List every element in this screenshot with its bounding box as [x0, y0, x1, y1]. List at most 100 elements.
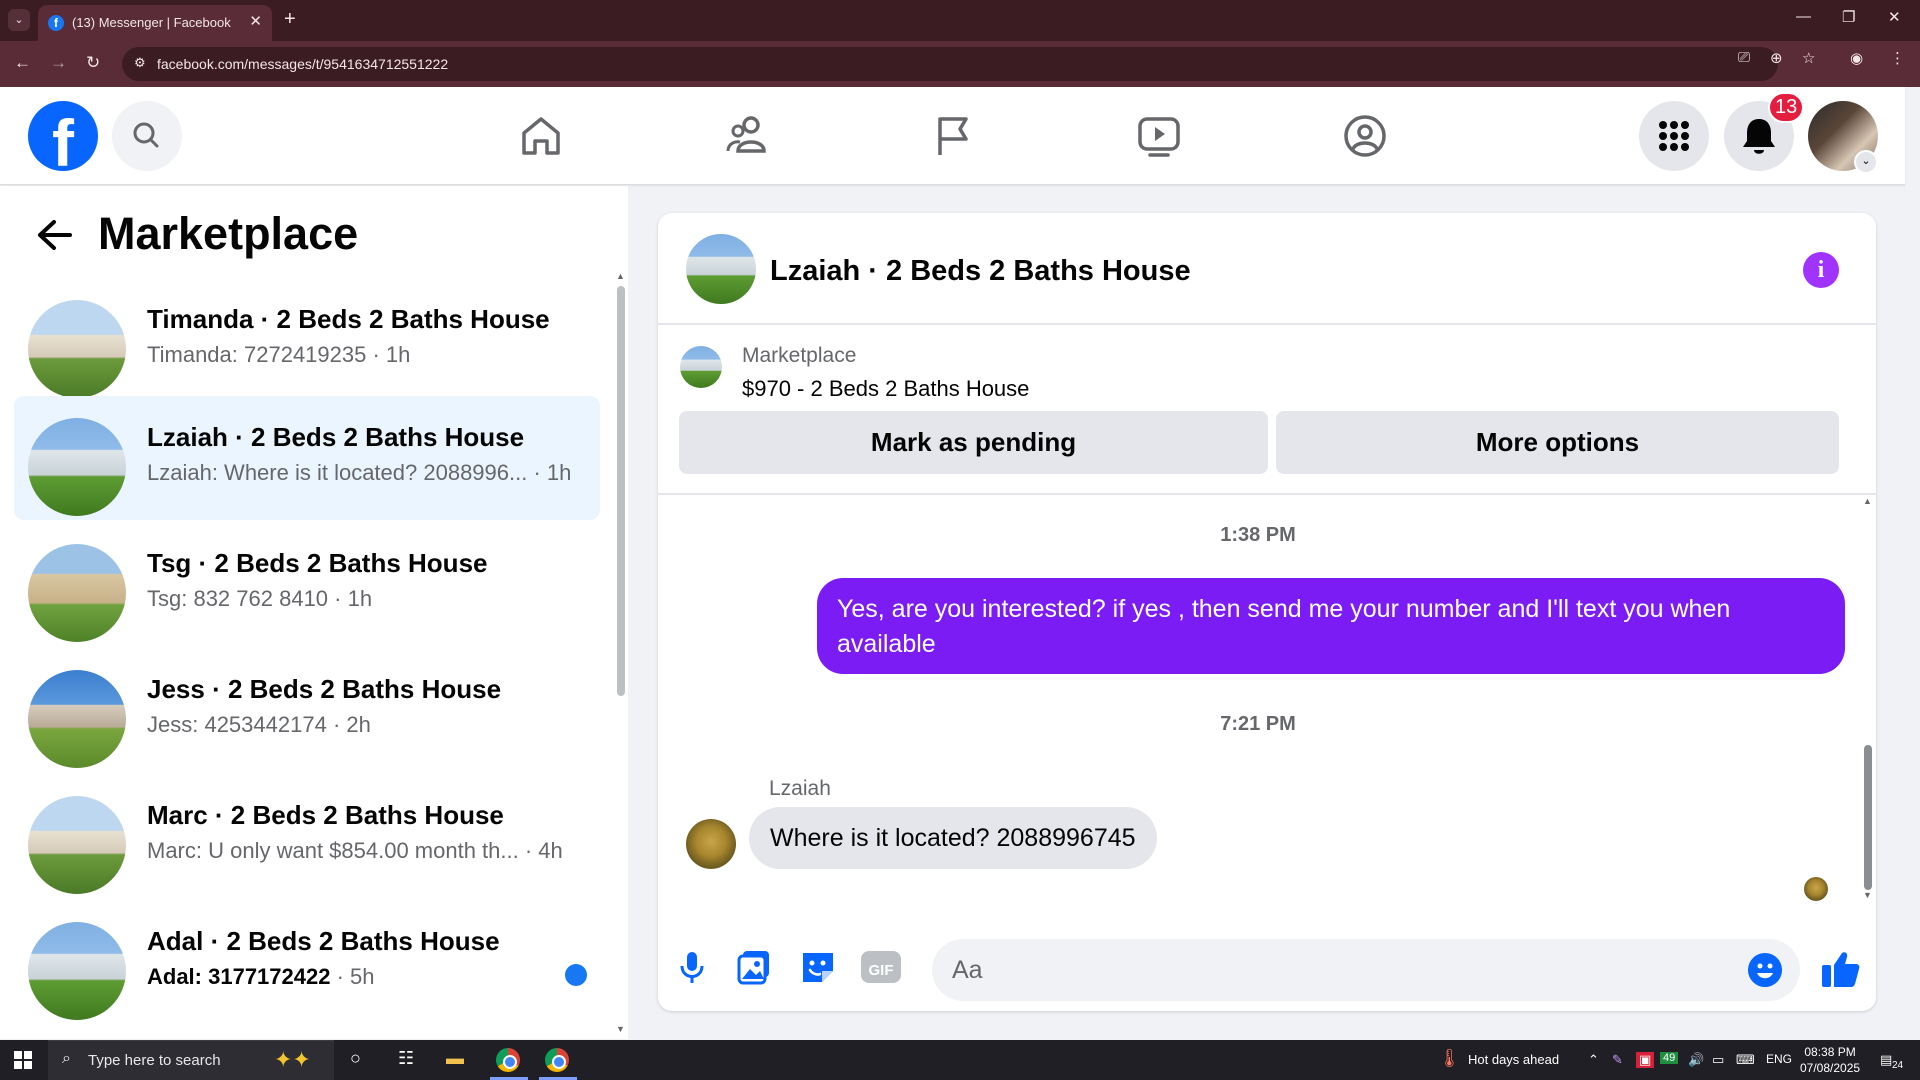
preview-time: · 1h [527, 460, 572, 485]
sender-avatar[interactable] [686, 819, 736, 869]
forward-button[interactable]: → [50, 53, 67, 73]
chat-title[interactable]: Lzaiah · 2 Beds 2 Baths House [770, 255, 1191, 288]
keyboard-icon[interactable]: ⌨ [1736, 1052, 1755, 1068]
install-app-icon[interactable]: ⎚ [1738, 49, 1750, 66]
conversation-name: Timanda · 2 Beds 2 Baths House [147, 304, 550, 334]
conversation-name: Tsg · 2 Beds 2 Baths House [147, 548, 488, 578]
tray-badge[interactable]: 49 [1660, 1052, 1679, 1064]
scroll-down-arrow[interactable]: ▼ [1863, 890, 1872, 900]
speaker-icon[interactable]: 🔊 [1688, 1052, 1704, 1068]
mark-as-pending-button[interactable]: Mark as pending [679, 411, 1268, 474]
facebook-favicon-icon: f [48, 15, 64, 31]
minimize-button[interactable]: — [1796, 8, 1811, 25]
video-icon [1138, 117, 1180, 157]
nav-pages[interactable] [922, 105, 984, 167]
nav-home[interactable] [510, 105, 572, 167]
more-options-button[interactable]: More options [1276, 411, 1839, 474]
tab-title: (13) Messenger | Facebook [72, 15, 231, 30]
site-info-icon[interactable]: ⚙ [134, 55, 146, 71]
network-icon[interactable]: ▭ [1712, 1052, 1724, 1068]
unread-indicator [565, 964, 587, 986]
conversation-item-unread[interactable]: Adal · 2 Beds 2 Baths House Adal: 317717… [14, 900, 600, 1024]
taskbar-clock[interactable]: 08:38 PM 07/08/2025 [1800, 1044, 1860, 1076]
language-indicator[interactable]: ENG [1766, 1052, 1792, 1066]
listing-title[interactable]: $970 - 2 Beds 2 Baths House [742, 376, 1029, 402]
windows-start-icon[interactable] [14, 1051, 32, 1069]
tab-search-dropdown[interactable]: ⌄ [8, 9, 30, 31]
nav-friends[interactable] [716, 105, 778, 167]
listing-thumbnail [28, 670, 126, 768]
search-button[interactable] [112, 101, 182, 171]
facebook-logo-icon[interactable]: f [28, 101, 98, 171]
browser-tab[interactable]: f (13) Messenger | Facebook ✕ [38, 5, 272, 41]
message-timestamp: 7:21 PM [1220, 713, 1296, 735]
conversation-name: Jess · 2 Beds 2 Baths House [147, 674, 502, 704]
weather-text[interactable]: Hot days ahead [1468, 1052, 1559, 1067]
home-icon [522, 117, 560, 155]
listing-thumbnail [28, 796, 126, 894]
chat-scrollbar[interactable] [1864, 745, 1872, 890]
preview-time: · 1h [328, 586, 373, 611]
back-arrow-icon[interactable] [36, 218, 74, 252]
listing-thumbnail[interactable] [680, 346, 722, 388]
message-input[interactable]: Aa [932, 939, 1800, 1001]
profile-icon[interactable]: ◉ [1850, 49, 1863, 67]
like-icon[interactable] [1818, 947, 1862, 991]
back-button[interactable]: ← [14, 53, 31, 73]
nav-gaming[interactable] [1334, 105, 1396, 167]
restore-button[interactable]: ❐ [1842, 8, 1855, 26]
tray-app-icon[interactable]: ▣ [1636, 1052, 1655, 1068]
chat-avatar[interactable] [686, 234, 756, 304]
nav-watch[interactable] [1128, 105, 1190, 167]
gif-icon[interactable]: GIF [861, 951, 901, 983]
new-tab-button[interactable]: + [284, 8, 296, 31]
reload-button[interactable]: ↻ [86, 53, 100, 73]
zoom-icon[interactable]: ⊕ [1770, 49, 1783, 67]
conversation-item[interactable]: Tsg · 2 Beds 2 Baths House Tsg: 832 762 … [14, 522, 600, 646]
chrome-profile-icon[interactable] [545, 1048, 569, 1072]
menu-grid-icon [1659, 121, 1689, 151]
close-window-button[interactable]: ✕ [1888, 8, 1901, 26]
chevron-down-icon[interactable]: ⌄ [1854, 150, 1878, 174]
search-icon [133, 122, 159, 148]
message-input-placeholder: Aa [952, 956, 983, 984]
conversation-item[interactable]: Timanda · 2 Beds 2 Baths House Timanda: … [14, 278, 600, 402]
preview-text: Timanda: 7272419235 [147, 342, 367, 367]
task-view-icon[interactable]: ○ [350, 1048, 361, 1069]
conversation-item[interactable]: Jess · 2 Beds 2 Baths House Jess: 425344… [14, 648, 600, 772]
chrome-icon[interactable] [496, 1048, 520, 1072]
info-icon[interactable]: i [1803, 252, 1839, 288]
taskbar-search-box[interactable]: ⌕ Type here to search ✦✦ [48, 1040, 334, 1080]
message-timestamp: 1:38 PM [1220, 524, 1296, 546]
file-explorer-icon[interactable]: ▬ [446, 1048, 464, 1069]
emoji-icon[interactable] [1748, 953, 1782, 987]
conversation-preview: Tsg: 832 762 8410 · 1h [147, 586, 372, 612]
friends-icon [726, 116, 766, 153]
notification-center-icon[interactable]: ▤ [1880, 1052, 1892, 1068]
scroll-up-arrow[interactable]: ▲ [1863, 496, 1872, 506]
widgets-icon[interactable]: ☷ [398, 1048, 414, 1069]
conversation-preview: Jess: 4253442174 · 2h [147, 712, 371, 738]
sticker-icon[interactable] [798, 947, 838, 987]
tab-close-icon[interactable]: ✕ [249, 12, 262, 30]
scroll-up-arrow[interactable]: ▲ [616, 271, 625, 281]
scroll-down-arrow[interactable]: ▼ [616, 1024, 625, 1034]
bookmark-star-icon[interactable]: ☆ [1802, 49, 1815, 67]
pen-icon[interactable]: ✎ [1612, 1052, 1623, 1068]
listing-label: Marketplace [742, 344, 857, 367]
conversation-preview: Marc: U only want $854.00 month th... · … [147, 838, 563, 864]
sidebar-scrollbar[interactable] [617, 286, 625, 696]
browser-tab-bar: ⌄ f (13) Messenger | Facebook ✕ + — ❐ ✕ [0, 0, 1920, 41]
incoming-message[interactable]: Where is it located? 2088996745 [749, 807, 1157, 869]
address-bar[interactable]: ⚙ facebook.com/messages/t/95416347125512… [122, 47, 1778, 81]
outgoing-message[interactable]: Yes, are you interested? if yes , then s… [817, 578, 1845, 674]
conversation-item-active[interactable]: Lzaiah · 2 Beds 2 Baths House Lzaiah: Wh… [14, 396, 600, 520]
conversation-item[interactable]: Marc · 2 Beds 2 Baths House Marc: U only… [14, 774, 600, 898]
tray-chevron-up-icon[interactable]: ⌃ [1588, 1052, 1599, 1068]
mic-icon[interactable] [672, 947, 712, 987]
browser-menu-icon[interactable]: ⋮ [1890, 49, 1905, 67]
notification-center-count: 24 [1892, 1060, 1904, 1071]
image-icon[interactable] [735, 947, 775, 987]
thermometer-icon: 🌡 [1438, 1048, 1461, 1068]
menu-button[interactable] [1639, 101, 1709, 171]
